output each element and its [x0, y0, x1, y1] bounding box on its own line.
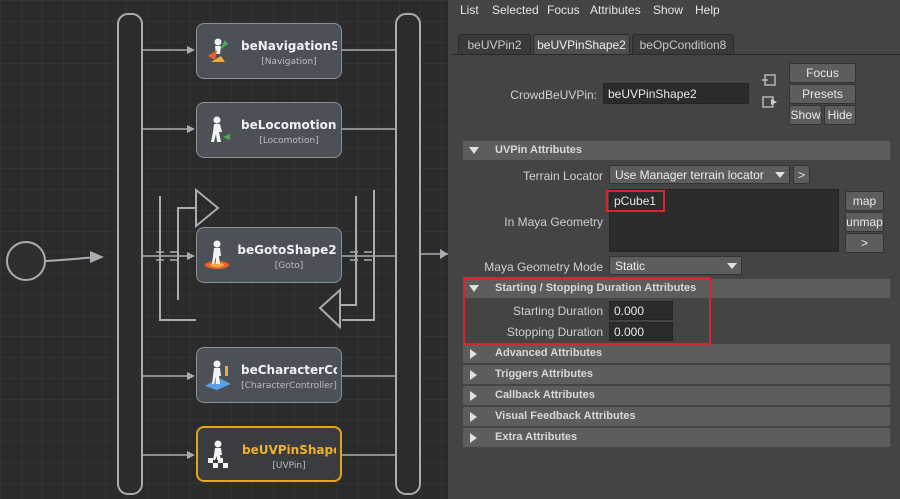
- expand-arrow-icon: [470, 370, 477, 380]
- expand-arrow-icon: [470, 433, 477, 443]
- uvpin-icon: [208, 440, 228, 468]
- section-callback-attributes[interactable]: Callback Attributes: [463, 386, 890, 405]
- menu-focus[interactable]: Focus: [547, 3, 580, 17]
- navigation-icon: [208, 38, 228, 62]
- section-uvpin-attributes[interactable]: UVPin Attributes: [463, 141, 890, 160]
- menu-show[interactable]: Show: [653, 3, 683, 17]
- geometry-highlight-box: [606, 190, 665, 212]
- focus-output-icon[interactable]: [762, 95, 778, 109]
- goto-icon: [205, 240, 229, 269]
- section-title: UVPin Attributes: [495, 144, 582, 156]
- loop-arrow-right: [342, 190, 375, 321]
- tab-beuvpinshape2[interactable]: beUVPinShape2: [533, 34, 630, 55]
- node-navigation[interactable]: beNavigationSh... [Navigation]: [196, 23, 342, 79]
- show-button[interactable]: Show: [789, 105, 822, 125]
- node-uvpin[interactable]: beUVPinShape2 [UVPin]: [196, 426, 342, 482]
- chevron-down-icon: [771, 166, 789, 183]
- tab-divider: [452, 54, 900, 55]
- section-advanced-attributes[interactable]: Advanced Attributes: [463, 344, 890, 363]
- node-type: [Locomotion]: [259, 136, 319, 146]
- node-title: beCharacterCon...: [241, 363, 337, 377]
- section-extra-attributes[interactable]: Extra Attributes: [463, 428, 890, 447]
- maya-geometry-mode-value: Static: [615, 259, 646, 273]
- expand-arrow-icon: [470, 412, 477, 422]
- right-sequence-bar[interactable]: [395, 13, 421, 495]
- section-title: Extra Attributes: [495, 431, 578, 443]
- node-type: [Goto]: [274, 261, 304, 271]
- menu-help[interactable]: Help: [695, 3, 720, 17]
- section-visual-feedback-attributes[interactable]: Visual Feedback Attributes: [463, 407, 890, 426]
- terrain-locator-select-button[interactable]: >: [793, 165, 810, 184]
- section-title: Triggers Attributes: [495, 368, 593, 380]
- node-locomotion[interactable]: beLocomotionS... [Locomotion]: [196, 102, 342, 158]
- node-name-label: CrowdBeUVPin:: [510, 88, 597, 102]
- character-controller-icon: [205, 360, 231, 390]
- focus-button[interactable]: Focus: [789, 63, 856, 83]
- in-maya-geometry-label: In Maya Geometry: [504, 215, 603, 229]
- section-title: Advanced Attributes: [495, 347, 603, 359]
- node-type: [UVPin]: [272, 461, 306, 471]
- node-goto[interactable]: beGotoShape2 [Goto]: [196, 227, 342, 283]
- focus-input-icon[interactable]: [762, 73, 778, 87]
- node-title: beUVPinShape2: [242, 443, 336, 457]
- unmap-button[interactable]: unmap: [845, 212, 884, 232]
- terrain-locator-label: Terrain Locator: [522, 169, 603, 183]
- tab-beuvpin2[interactable]: beUVPin2: [458, 34, 531, 55]
- section-title: Visual Feedback Attributes: [495, 410, 636, 422]
- node-title: beNavigationSh...: [241, 39, 337, 53]
- expand-arrow-icon: [470, 391, 477, 401]
- start-node[interactable]: [6, 241, 46, 281]
- start-wire-arrow: [90, 251, 104, 263]
- menu-selected[interactable]: Selected: [492, 3, 539, 17]
- hide-button[interactable]: Hide: [824, 105, 856, 125]
- node-title: beGotoShape2: [237, 243, 337, 257]
- maya-geometry-mode-label: Maya Geometry Mode: [484, 260, 603, 274]
- menu-attributes[interactable]: Attributes: [590, 3, 641, 17]
- menubar: List Selected Focus Attributes Show Help: [452, 0, 900, 22]
- tab-beopcondition8[interactable]: beOpCondition8: [632, 34, 734, 55]
- node-character-controller[interactable]: beCharacterCon... [CharacterController]: [196, 347, 342, 403]
- locomotion-icon: [211, 116, 230, 142]
- behavior-graph-canvas[interactable]: beNavigationSh... [Navigation] beLocomot…: [0, 0, 448, 499]
- node-type: [Navigation]: [261, 57, 317, 67]
- maya-geometry-mode-dropdown[interactable]: Static: [609, 256, 742, 275]
- section-triggers-attributes[interactable]: Triggers Attributes: [463, 365, 890, 384]
- left-sequence-bar[interactable]: [117, 13, 143, 495]
- map-button[interactable]: map: [845, 191, 884, 211]
- terrain-locator-dropdown[interactable]: Use Manager terrain locator: [609, 165, 790, 184]
- expand-arrow-icon: [470, 349, 477, 359]
- geometry-select-button[interactable]: >: [845, 233, 884, 253]
- expand-arrow-icon: [469, 147, 479, 154]
- node-name-field[interactable]: beUVPinShape2: [603, 83, 749, 104]
- terrain-locator-value: Use Manager terrain locator: [615, 168, 764, 182]
- section-title: Callback Attributes: [495, 389, 595, 401]
- duration-highlight-box: [463, 277, 711, 345]
- chevron-down-icon: [723, 257, 741, 274]
- menu-list[interactable]: List: [460, 3, 479, 17]
- presets-button[interactable]: Presets: [789, 84, 856, 104]
- node-type: [CharacterController]: [241, 381, 337, 391]
- node-title: beLocomotionS...: [241, 118, 337, 132]
- attribute-editor: List Selected Focus Attributes Show Help…: [452, 0, 900, 499]
